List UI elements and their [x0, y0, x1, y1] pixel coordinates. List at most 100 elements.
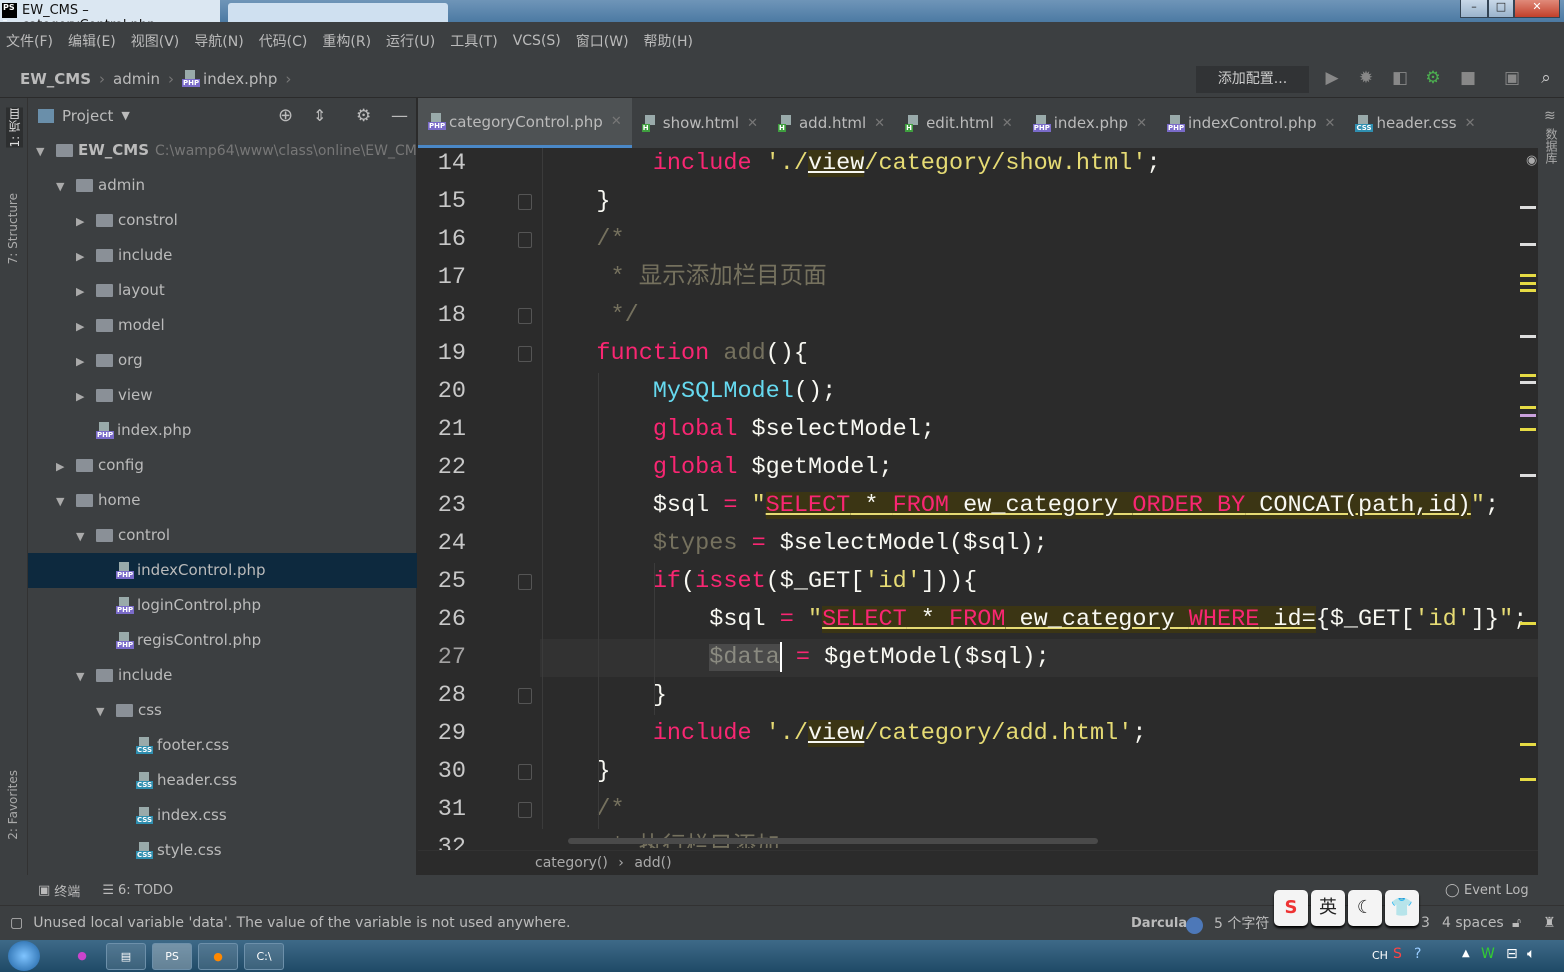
code-line[interactable]: /* — [540, 791, 1538, 829]
phpstorm-taskbar-icon[interactable]: PS — [152, 943, 192, 970]
tree-item[interactable]: ▶ constrol — [28, 203, 417, 238]
lock-icon[interactable]: 🔓︎ — [1512, 915, 1521, 931]
nav-file[interactable]: index.php — [203, 70, 277, 88]
locate-icon[interactable]: ⊕ — [278, 105, 293, 126]
collapse-all-icon[interactable]: ⇕ — [313, 106, 326, 125]
close-tab-icon[interactable]: ✕ — [611, 114, 622, 129]
code-line[interactable]: */ — [540, 297, 1538, 335]
theme-label[interactable]: Darcula — [1131, 916, 1187, 931]
tree-item[interactable]: ▶ org — [28, 343, 417, 378]
caret-right-icon[interactable]: ▶ — [76, 204, 96, 239]
eye-icon[interactable]: ◉ — [1526, 153, 1537, 168]
search-icon[interactable]: ⌕ — [1535, 68, 1557, 90]
menu-item[interactable]: 视图(V) — [131, 31, 180, 51]
code-line[interactable]: global $selectModel; — [540, 411, 1538, 449]
background-window-tab[interactable] — [228, 3, 448, 22]
cmd-icon[interactable]: C:\ — [244, 943, 284, 970]
start-button[interactable] — [8, 941, 40, 971]
tree-item[interactable]: CSS footer.css — [28, 728, 417, 763]
code-line[interactable]: /* — [540, 221, 1538, 259]
fold-marker-icon[interactable] — [518, 688, 532, 704]
stop-icon[interactable]: ■ — [1457, 68, 1479, 90]
caret-down-icon[interactable]: ▼ — [96, 694, 116, 729]
tray-sogou-icon[interactable]: S — [1393, 946, 1402, 962]
fold-marker-icon[interactable] — [518, 574, 532, 590]
code-line[interactable]: $sql = "SELECT * FROM ew_category WHERE … — [540, 601, 1538, 639]
ime-skin-icon[interactable]: 👕 — [1385, 890, 1419, 926]
nav-project[interactable]: EW_CMS — [20, 70, 91, 88]
tree-item[interactable]: ▶ include — [28, 238, 417, 273]
crumb-class[interactable]: category() — [535, 855, 608, 871]
fold-marker-icon[interactable] — [518, 232, 532, 248]
tree-item[interactable]: CSS style.css — [28, 833, 417, 868]
tool-project-tab[interactable]: 1: 项目 — [6, 108, 23, 148]
tree-item[interactable]: ▼ EW_CMS C:\wamp64\www\class\online\EW_CM — [28, 133, 417, 168]
tree-item[interactable]: ▶ model — [28, 308, 417, 343]
tray-volume-icon[interactable]: 🔈︎ — [1527, 946, 1535, 962]
code-line[interactable]: * 显示添加栏目页面 — [540, 259, 1538, 297]
fold-marker-icon[interactable] — [518, 802, 532, 818]
tray-wamp-icon[interactable]: W — [1481, 946, 1495, 962]
code-line[interactable]: } — [540, 677, 1538, 715]
code-line[interactable]: if(isset($_GET['id'])){ — [540, 563, 1538, 601]
caret-right-icon[interactable]: ▶ — [76, 344, 96, 379]
caret-right-icon[interactable]: ▶ — [56, 449, 76, 484]
inspector-icon[interactable]: ♜ — [1543, 915, 1556, 931]
tab-indexControl-php[interactable]: PHP indexControl.php ✕ — [1157, 98, 1345, 148]
fold-marker-icon[interactable] — [518, 194, 532, 210]
maximize-button[interactable]: □ — [1488, 0, 1514, 18]
close-tab-icon[interactable]: ✕ — [1002, 116, 1013, 131]
menu-item[interactable]: 运行(U) — [386, 31, 435, 51]
error-stripe-mark[interactable] — [1520, 374, 1536, 377]
nav-folder[interactable]: admin — [113, 70, 160, 88]
code-line[interactable]: MySQLModel(); — [540, 373, 1538, 411]
menu-item[interactable]: 工具(T) — [450, 31, 497, 51]
explorer-icon[interactable]: ▤ — [106, 943, 146, 970]
caret-down-icon[interactable]: ▼ — [76, 519, 96, 554]
caret-down-icon[interactable]: ▼ — [36, 134, 56, 169]
tab-index-php[interactable]: PHP index.php ✕ — [1023, 98, 1157, 148]
error-stripe-mark[interactable] — [1520, 474, 1536, 477]
code-line[interactable]: $data = $getModel($sql); — [540, 639, 1538, 677]
status-toggle-icon[interactable]: ▢ — [10, 915, 23, 931]
tray-expand-icon[interactable]: ▲ — [1462, 948, 1470, 959]
tool-structure-tab[interactable]: 7: Structure — [6, 193, 20, 264]
code-line[interactable]: global $getModel; — [540, 449, 1538, 487]
code-line[interactable]: } — [540, 183, 1538, 221]
coverage-icon[interactable]: ◧ — [1389, 68, 1411, 90]
error-stripe-mark[interactable] — [1520, 428, 1536, 431]
close-tab-icon[interactable]: ✕ — [1136, 116, 1147, 131]
menu-item[interactable]: 帮助(H) — [644, 31, 693, 51]
code-area[interactable]: include './view/category/show.html'; } /… — [540, 148, 1538, 848]
menu-item[interactable]: VCS(S) — [513, 33, 561, 49]
tree-item[interactable]: ▼ css — [28, 693, 417, 728]
tree-item[interactable]: CSS index.css — [28, 798, 417, 833]
menu-item[interactable]: 导航(N) — [194, 31, 243, 51]
error-stripe-mark[interactable] — [1520, 743, 1536, 746]
tab-edit-html[interactable]: Hedit.html ✕ — [895, 98, 1023, 148]
code-line[interactable]: include './view/category/add.html'; — [540, 715, 1538, 753]
error-stripe-mark[interactable] — [1520, 414, 1536, 417]
code-line[interactable]: $types = $selectModel($sql); — [540, 525, 1538, 563]
tree-item[interactable]: ▼ control — [28, 518, 417, 553]
caret-right-icon[interactable]: ▶ — [76, 274, 96, 309]
tab-categoryControl-php[interactable]: PHP categoryControl.php ✕ — [418, 98, 632, 148]
hide-panel-icon[interactable]: — — [391, 106, 408, 126]
minimize-button[interactable]: – — [1460, 0, 1488, 18]
tool-favorites-tab[interactable]: 2: Favorites — [6, 770, 20, 840]
caret-position[interactable]: 3 — [1421, 915, 1430, 931]
close-tab-icon[interactable]: ✕ — [747, 116, 758, 131]
caret-down-icon[interactable]: ▼ — [56, 484, 76, 519]
error-stripe-mark[interactable] — [1520, 778, 1536, 781]
fold-marker-icon[interactable] — [518, 346, 532, 362]
close-tab-icon[interactable]: ✕ — [1465, 116, 1476, 131]
ime-sogou-icon[interactable]: S — [1274, 890, 1308, 926]
ime-moon-icon[interactable]: ☾ — [1348, 890, 1382, 926]
menu-item[interactable]: 文件(F) — [6, 31, 53, 51]
todo-tab[interactable]: 6: TODO — [118, 883, 173, 898]
crumb-function[interactable]: add() — [634, 855, 671, 871]
close-button[interactable]: ✕ — [1514, 0, 1560, 18]
tree-item[interactable]: PHP index.php — [28, 413, 417, 448]
tree-item[interactable]: PHP indexControl.php — [28, 553, 417, 588]
tab-show-html[interactable]: Hshow.html ✕ — [632, 98, 768, 148]
